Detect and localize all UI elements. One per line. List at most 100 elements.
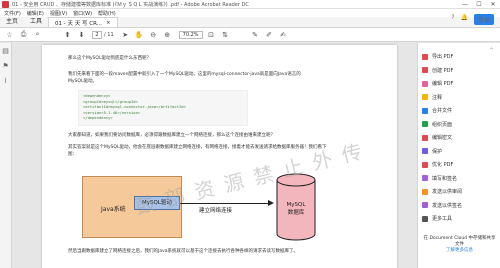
help-icon[interactable]: ? (451, 14, 454, 25)
zoom-out-icon[interactable]: ⊖ (148, 30, 159, 40)
highlight-tool-icon[interactable]: ✐ (264, 30, 275, 40)
menu-help[interactable]: 帮助(H) (98, 10, 116, 17)
tool-item-label: 发送以供审阅 (432, 189, 463, 195)
doc-line: 然后当跟数据库建立了网络连接之后，我们的Java系统就可以基于这个连接去执行各种… (68, 249, 299, 254)
edit-pdf-icon (422, 80, 428, 87)
tool-item-label: 编辑 PDF (432, 81, 454, 87)
redact-icon (422, 134, 428, 141)
doc-line: 大家都知道，如果我们要访问数据库，必须得跟数据库建立一个网络连接，那么这个连接由… (68, 133, 275, 138)
export-pdf-icon (422, 53, 428, 60)
tool-item[interactable]: 优化 PDF (422, 161, 453, 168)
window-title: 01 - 安全用 CRUD 、存储建模等数据库标准 (《Ｍｙ S Q L 实战演… (12, 1, 249, 8)
tool-item-label: 注释 (432, 94, 443, 101)
bell-icon[interactable]: 🔔 (461, 14, 468, 25)
fill-sign-icon (422, 175, 428, 181)
zoom-level[interactable]: 70.2% (178, 30, 203, 39)
send-sign-icon (422, 202, 428, 208)
code-line: </dependency> (83, 115, 113, 120)
tools-panel: ⌃ 导出 PDF 创建 PDF 编辑 PDF 注释合并文件组织页面编辑密文保护优化 P… (417, 43, 500, 268)
hand-tool-icon[interactable]: ✋ (134, 30, 145, 40)
tool-item[interactable]: 编辑 PDF (422, 80, 453, 87)
left-rail: ▤ ⚑ ⌇ (0, 43, 12, 268)
bookmark-icon[interactable]: ⚑ (2, 62, 8, 70)
select-cursor-icon[interactable]: ➤ (120, 30, 131, 40)
star-icon[interactable]: ☆ (4, 30, 15, 40)
tool-item[interactable]: 更多工具 (422, 215, 452, 222)
page-down-icon[interactable]: ⬇ (76, 30, 87, 40)
page-total: / 11 (104, 31, 114, 38)
acrobat-logo-icon (2, 0, 9, 8)
combine-files-icon (422, 107, 428, 114)
database-label-1: MySQL (287, 202, 307, 208)
arrow-head (268, 200, 274, 206)
toolbar: ☆ ⎙ ⌕ ⬆ ⬇ 2 / 11 ➤ ✋ ⊖ ⊕ 70.2% ⊡ ⇅ ✎ ✐ ✍ (0, 28, 500, 42)
minimize-button[interactable]: — (458, 1, 472, 8)
tab-home[interactable]: 主页 (0, 16, 24, 27)
cloud-promo-text: 在 Document Cloud 中存储和共享文件 (423, 236, 496, 247)
tool-item-label: 导出 PDF (432, 54, 454, 60)
comment-tool-icon[interactable]: ✎ (250, 30, 261, 40)
menu-window[interactable]: 窗口(W) (73, 10, 92, 17)
java-system-label: Java系统 (101, 206, 126, 213)
organize-pages-icon (422, 121, 428, 127)
page-number-input[interactable]: 2 (92, 30, 102, 39)
tool-item[interactable]: 注释 (422, 94, 442, 101)
chevron-up-icon[interactable]: ⌃ (489, 47, 494, 54)
tool-item[interactable]: 编辑密文 (422, 134, 452, 141)
tool-item[interactable]: 发送以供签名 (422, 202, 462, 209)
doc-line: 其实答案就是这个MySQL驱动，他会在底层跟数据库建立网络连接，有网络连接，接着… (68, 145, 327, 150)
scroll-mode-icon[interactable]: ⇅ (220, 30, 231, 40)
sign-tool-icon[interactable]: ✍ (278, 30, 289, 40)
document-area[interactable]: 那么这个MySQL驱动到底是什么东西呢？ 我们先来看下面的一段maven配置中就… (12, 43, 417, 268)
tool-item-label: 创建 PDF (432, 67, 454, 74)
tool-item-label: 合并文件 (432, 108, 453, 114)
title-bar: 01 - 安全用 CRUD 、存储建模等数据库标准 (《Ｍｙ S Q L 实战演… (0, 0, 500, 9)
tool-item[interactable]: 填写和签名 (422, 175, 457, 182)
tool-item-label: 编辑密文 (432, 135, 453, 141)
tool-item-label: 组织页面 (432, 121, 453, 128)
doc-line: 那么这个MySQL驱动到底是什么东西呢？ (68, 56, 151, 61)
tool-item-label: 保护 (432, 148, 443, 155)
pdf-page: 那么这个MySQL驱动到底是什么东西呢？ 我们先来看下面的一段maven配置中就… (42, 45, 397, 268)
menu-view[interactable]: 视图(V) (50, 10, 67, 17)
tool-item-label: 优化 PDF (432, 162, 454, 168)
comment-icon (422, 94, 428, 100)
document-cloud-promo: 在 Document Cloud 中存储和共享文件 了解更多信息 (422, 236, 497, 254)
thumbnails-icon[interactable]: ▤ (2, 47, 9, 55)
tab-document[interactable]: 01 - 天 天 写 CR... × (48, 17, 118, 27)
doc-line: 图： (68, 152, 77, 157)
tool-item-label: 发送以供签名 (432, 202, 463, 209)
send-review-icon (422, 188, 428, 195)
tab-tools[interactable]: 工具 (24, 16, 48, 27)
tool-item[interactable]: 合并文件 (422, 107, 452, 114)
tool-item[interactable]: 创建 PDF (422, 67, 453, 74)
menu-bar: 文件(F) 编辑(E) 视图(V) 窗口(W) 帮助(H) (0, 9, 500, 17)
zoom-in-icon[interactable]: ⊕ (162, 30, 173, 40)
learn-more-link[interactable]: 了解更多信息 (422, 248, 497, 254)
maximize-button[interactable]: ☐ (472, 1, 486, 8)
tool-item[interactable]: 发送以供审阅 (422, 188, 462, 195)
create-pdf-icon (422, 67, 428, 73)
doc-line: MySQL驱动。 (68, 79, 97, 84)
tool-item-label: 更多工具 (432, 216, 453, 222)
fit-page-icon[interactable]: ⊡ (206, 30, 217, 40)
tool-item[interactable]: 保护 (422, 148, 442, 155)
tool-item[interactable]: 导出 PDF (422, 53, 453, 60)
tool-item-label: 填写和签名 (432, 175, 458, 182)
doc-line: 我们先来看下面的一段maven配置中就引入了一个MySQL驱动。这里的mysql… (68, 72, 301, 77)
tab-bar: 主页 工具 01 - 天 天 写 CR... × ? 🔔 登录 (0, 14, 500, 28)
login-button[interactable]: 登录 (473, 14, 494, 25)
connection-label: 建立网络连接 (199, 208, 233, 214)
print-icon[interactable]: ⎙ (18, 30, 29, 40)
tab-close-icon[interactable]: × (106, 20, 111, 26)
close-button[interactable]: ✕ (486, 1, 500, 8)
more-tools-icon (422, 215, 428, 222)
search-icon[interactable]: ⌕ (32, 30, 43, 40)
code-block: <dependency> <groupId>mysql</groupId> <a… (78, 90, 248, 126)
optimize-pdf-icon (422, 161, 428, 168)
attachment-icon[interactable]: ⌇ (4, 77, 7, 85)
tool-item[interactable]: 组织页面 (422, 121, 452, 128)
page-up-icon[interactable]: ⬆ (62, 30, 73, 40)
tab-bar-right: ? 🔔 登录 (451, 14, 500, 27)
database-label-2: 数据库 (288, 208, 305, 216)
